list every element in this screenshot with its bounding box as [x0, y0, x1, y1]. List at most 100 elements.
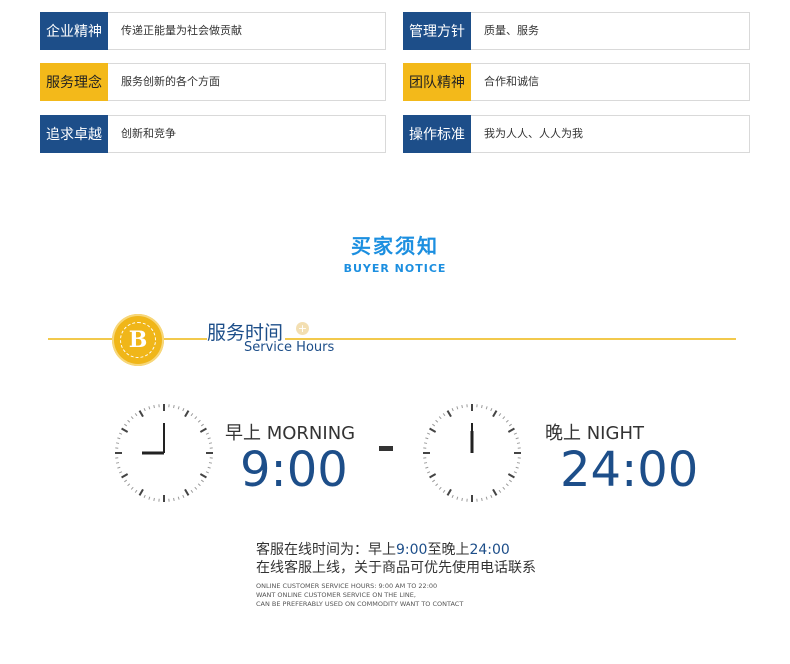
card-tag: 追求卓越	[40, 115, 108, 153]
clock-tick	[182, 494, 185, 498]
card-tag: 团队精神	[403, 63, 471, 101]
clock-tick	[199, 473, 207, 479]
morning-time: 9:00	[240, 442, 348, 498]
clock-tick	[438, 486, 442, 490]
hours-subtitle: Service Hours	[244, 340, 335, 355]
clock-tick	[446, 410, 452, 418]
clock-tick	[451, 408, 454, 412]
clock-tick	[507, 473, 515, 479]
clock-tick	[119, 432, 123, 435]
clock-tick	[143, 408, 146, 412]
line1-prefix: 客服在线时间为：早上	[256, 542, 396, 558]
clock-tick	[498, 413, 502, 417]
clock-tick	[194, 416, 198, 420]
clock-tick	[507, 427, 515, 433]
card-enterprise-spirit: 企业精神 传递正能量为社会做贡献	[40, 12, 386, 50]
line1-time-start: 9:00	[396, 542, 428, 558]
clock-tick	[451, 494, 454, 498]
clock-tick	[502, 416, 506, 420]
clock-tick	[208, 462, 213, 464]
line1-time-end: 24:00	[469, 542, 510, 558]
clock-tick	[461, 497, 463, 502]
card-tag: 操作标准	[403, 115, 471, 153]
clock-tick	[121, 427, 129, 433]
clock-tick	[498, 489, 502, 493]
clock-tick	[134, 489, 138, 493]
clock-tick	[508, 479, 512, 483]
clock-tick	[115, 462, 120, 464]
clock-tick	[148, 406, 151, 410]
clock-tick	[134, 413, 138, 417]
clock-tick	[138, 410, 144, 418]
clock-tick	[423, 462, 428, 464]
clock-tick	[115, 442, 120, 444]
clock-tick	[485, 496, 488, 500]
time-separator	[379, 446, 393, 451]
clock-tick	[197, 483, 201, 487]
clock-tick	[197, 419, 201, 423]
clock-tick	[442, 413, 446, 417]
clock-tick	[427, 432, 431, 435]
clock-tick	[207, 437, 211, 440]
clock-tick	[481, 404, 483, 409]
clock-tick	[177, 496, 180, 500]
clock-tick	[432, 479, 436, 483]
divider-line-left	[48, 338, 114, 340]
clock-tick	[121, 473, 129, 479]
clock-tick	[461, 404, 463, 409]
coin-badge-icon: B	[112, 314, 164, 366]
clock-tick	[117, 437, 121, 440]
clock-tick	[117, 466, 121, 469]
clock-tick	[429, 427, 437, 433]
clock-tick	[508, 423, 512, 427]
clock-tick	[184, 410, 190, 418]
clock-tick	[184, 488, 190, 496]
clock-tick	[138, 488, 144, 496]
clock-tick	[427, 471, 431, 474]
clock-tick	[513, 471, 517, 474]
clock-tick	[435, 483, 439, 487]
clock-tick	[173, 404, 175, 409]
clock-tick	[515, 466, 519, 469]
clock-tick	[130, 486, 134, 490]
card-desc: 创新和竞争	[121, 127, 176, 140]
clock-tick	[205, 432, 209, 435]
clock-tick	[177, 406, 180, 410]
english-note-1: ONLINE CUSTOMER SERVICE HOURS: 9:00 AM T…	[256, 582, 438, 590]
card-pursue-excellence: 追求卓越 创新和竞争	[40, 115, 386, 153]
clock-tick	[505, 483, 509, 487]
night-time: 24:00	[560, 442, 699, 498]
clock-icon	[115, 404, 213, 502]
clock-tick	[119, 471, 123, 474]
card-desc: 我为人人、人人为我	[484, 127, 583, 140]
clock-tick	[153, 404, 155, 409]
clock-tick	[513, 432, 517, 435]
service-hours-text: 客服在线时间为：早上9:00至晚上24:00	[256, 539, 510, 559]
clock-tick	[143, 494, 146, 498]
clock-tick	[208, 442, 213, 444]
clock-tick	[124, 423, 128, 427]
clock-tick	[205, 471, 209, 474]
clock-tick	[200, 479, 204, 483]
english-note-2: WANT ONLINE CUSTOMER SERVICE ON THE LINE…	[256, 591, 416, 599]
clock-tick	[502, 486, 506, 490]
card-tag: 企业精神	[40, 12, 108, 50]
clock-tick	[432, 423, 436, 427]
line1-mid: 至晚上	[427, 542, 470, 558]
clock-tick	[182, 408, 185, 412]
clock-tick	[446, 488, 452, 496]
card-desc: 传递正能量为社会做贡献	[121, 24, 242, 37]
service-contact-text: 在线客服上线，关于商品可优先使用电话联系	[256, 560, 536, 576]
clock-tick	[505, 419, 509, 423]
clock-tick	[492, 410, 498, 418]
clock-tick	[516, 462, 521, 464]
card-desc: 服务创新的各个方面	[121, 75, 220, 88]
clock-tick	[199, 427, 207, 433]
english-note-3: CAN BE PREFERABLY USED ON COMMODITY WANT…	[256, 600, 464, 608]
card-tag: 服务理念	[40, 63, 108, 101]
card-service-philosophy: 服务理念 服务创新的各个方面	[40, 63, 386, 101]
clock-tick	[124, 479, 128, 483]
clock-tick	[127, 419, 131, 423]
card-management-policy: 管理方针 质量、服务	[403, 12, 750, 50]
clock-tick	[485, 406, 488, 410]
